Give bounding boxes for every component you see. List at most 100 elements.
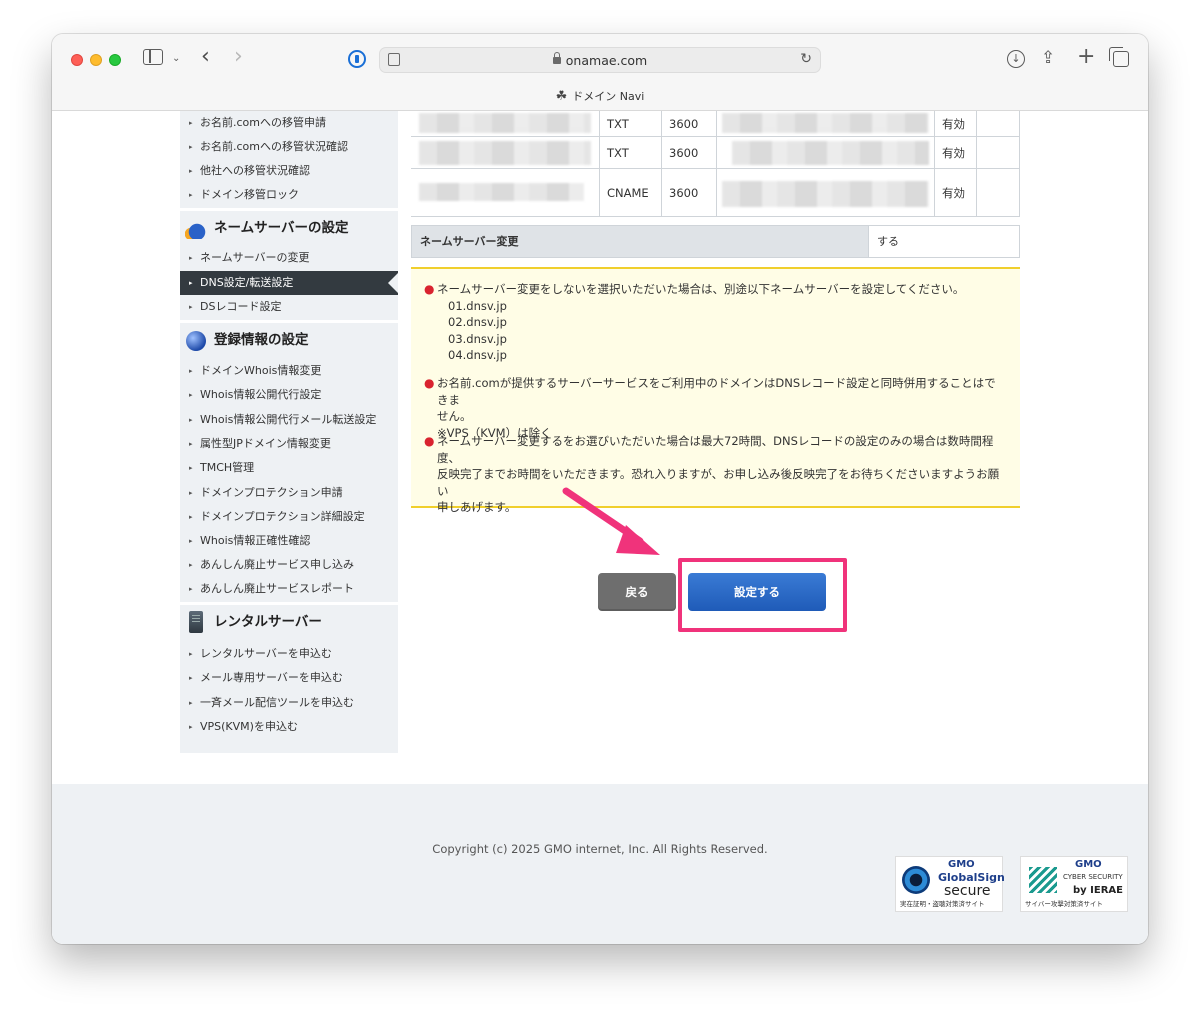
notice-item: ● お名前.comが提供するサーバーサービスをご利用中のドメインはDNSレコード… bbox=[424, 376, 996, 440]
redacted-host bbox=[419, 183, 584, 201]
close-window-button[interactable] bbox=[71, 54, 83, 66]
dns-records-table: TXT 3600 有効 TXT 3600 有効 CNAME 3600 有効 bbox=[411, 111, 1020, 217]
zoom-window-button[interactable] bbox=[109, 54, 121, 66]
password-manager-icon[interactable] bbox=[348, 50, 366, 68]
annotation-highlight-box bbox=[678, 558, 847, 632]
sidebar-item-whois-accuracy[interactable]: Whois情報正確性確認 bbox=[180, 529, 398, 553]
back-arrow-icon[interactable]: ‹ bbox=[201, 46, 210, 68]
nav-heading-registration: 登録情報の設定 bbox=[180, 323, 398, 357]
sidebar-item-whois-mail-forward[interactable]: Whois情報公開代行メール転送設定 bbox=[180, 408, 398, 432]
sidebar-item-domain-protection-detail[interactable]: ドメインプロテクション詳細設定 bbox=[180, 505, 398, 529]
sidebar-item-tmch[interactable]: TMCH管理 bbox=[180, 456, 398, 480]
copyright-text: Copyright (c) 2025 GMO internet, Inc. Al… bbox=[432, 842, 768, 856]
tab-overview-icon[interactable] bbox=[1109, 47, 1129, 67]
table-row: CNAME 3600 有効 bbox=[411, 169, 1020, 217]
cyber-security-logo-icon bbox=[1029, 867, 1057, 893]
address-text: onamae.com bbox=[380, 52, 820, 68]
tab-bar[interactable]: ☘ ドメイン Navi bbox=[52, 86, 1148, 111]
nameserver-change-label: ネームサーバー変更 bbox=[412, 226, 868, 257]
record-ttl-cell: 3600 bbox=[661, 169, 716, 216]
tab-title: ドメイン Navi bbox=[572, 90, 645, 103]
badge-by: by IERAE bbox=[1073, 885, 1123, 896]
nameserver-change-row: ネームサーバー変更 する bbox=[411, 225, 1020, 258]
table-row: TXT 3600 有効 bbox=[411, 111, 1020, 137]
sidebar-toggle-icon[interactable] bbox=[143, 49, 163, 65]
sidebar-item-transfer-apply[interactable]: お名前.comへの移管申請 bbox=[180, 111, 398, 135]
sidebar-item-rental-server[interactable]: レンタルサーバーを申込む bbox=[180, 642, 398, 666]
reload-icon[interactable]: ↻ bbox=[800, 51, 812, 67]
redacted-value bbox=[732, 141, 929, 165]
browser-toolbar: ⌄ ‹ › onamae.com ↻ ↓ ⇪ + bbox=[52, 34, 1148, 86]
lock-icon bbox=[552, 52, 561, 64]
bullet-icon: ● bbox=[424, 376, 435, 390]
nav-heading-rental: レンタルサーバー bbox=[180, 605, 398, 639]
sidebar-item-vps[interactable]: VPS(KVM)を申込む bbox=[180, 715, 398, 739]
sidebar-item-whois-privacy[interactable]: Whois情報公開代行設定 bbox=[180, 383, 398, 407]
sidebar-item-transfer-lock[interactable]: ドメイン移管ロック bbox=[180, 183, 398, 207]
browser-window: ⌄ ‹ › onamae.com ↻ ↓ ⇪ + ☘ ドメイン Navi お名前.… bbox=[52, 34, 1148, 944]
nav-heading-nameserver: ネームサーバーの設定 bbox=[180, 211, 398, 245]
nameserver-address: 04.dnsv.jp bbox=[448, 348, 507, 362]
page-content: お名前.comへの移管申請 お名前.comへの移管状況確認 他社への移管状況確認… bbox=[52, 111, 1148, 944]
record-action-cell bbox=[976, 137, 1020, 168]
notice-item: ● ネームサーバー変更をしないを選択いただいた場合は、別途以下ネームサーバーを設… bbox=[424, 281, 1007, 364]
sidebar-item-whois-change[interactable]: ドメインWhois情報変更 bbox=[180, 359, 398, 383]
sidebar-item-ds-record[interactable]: DSレコード設定 bbox=[180, 295, 398, 319]
nav-heading-text: レンタルサーバー bbox=[214, 614, 322, 630]
badge-brand: GMO bbox=[1075, 859, 1102, 870]
sidebar-item-transfer-status[interactable]: お名前.comへの移管状況確認 bbox=[180, 135, 398, 159]
sidebar-item-dns-settings[interactable]: DNS設定/転送設定 bbox=[180, 271, 398, 295]
record-status-cell: 有効 bbox=[934, 111, 976, 136]
nameserver-globe-icon bbox=[185, 219, 209, 239]
bullet-icon: ● bbox=[424, 282, 435, 296]
record-value-cell bbox=[716, 169, 934, 216]
globalsign-eye-icon bbox=[902, 866, 930, 894]
badge-brand: GMO bbox=[948, 859, 975, 870]
favicon-icon: ☘ bbox=[555, 89, 568, 104]
bullet-icon: ● bbox=[424, 434, 435, 448]
sidebar-item-outbound-transfer-status[interactable]: 他社への移管状況確認 bbox=[180, 159, 398, 183]
badge-caption: 実在証明・盗聴対策済サイト bbox=[900, 900, 985, 908]
annotation-arrow-icon bbox=[562, 487, 660, 555]
nameserver-change-value: する bbox=[868, 226, 1019, 257]
nameserver-address: 01.dnsv.jp bbox=[448, 298, 507, 313]
notice-box: ● ネームサーバー変更をしないを選択いただいた場合は、別途以下ネームサーバーを設… bbox=[411, 267, 1020, 514]
sidebar-item-bulk-mail[interactable]: 一斉メール配信ツールを申込む bbox=[180, 691, 398, 715]
sidebar-item-anshin-apply[interactable]: あんしん廃止サービス申し込み bbox=[180, 553, 398, 577]
record-type-cell: TXT bbox=[599, 111, 661, 136]
record-type-cell: CNAME bbox=[599, 169, 661, 216]
back-button[interactable]: 戻る bbox=[598, 573, 676, 611]
sidebar-item-anshin-report[interactable]: あんしん廃止サービスレポート bbox=[180, 577, 398, 601]
address-bar[interactable]: onamae.com ↻ bbox=[379, 47, 821, 73]
share-icon[interactable]: ⇪ bbox=[1041, 48, 1055, 68]
download-icon[interactable]: ↓ bbox=[1007, 50, 1025, 68]
record-status-cell: 有効 bbox=[934, 137, 976, 168]
forward-arrow-icon[interactable]: › bbox=[234, 46, 243, 68]
badge-word: secure bbox=[944, 883, 991, 899]
record-action-cell bbox=[976, 111, 1020, 136]
record-ttl-cell: 3600 bbox=[661, 137, 716, 168]
minimize-window-button[interactable] bbox=[90, 54, 102, 66]
nav-heading-text: 登録情報の設定 bbox=[214, 332, 309, 348]
cyber-security-badge[interactable]: GMO CYBER SECURITY by IERAE サイバー攻撃対策済サイト bbox=[1020, 856, 1128, 912]
nameserver-address: 03.dnsv.jp bbox=[448, 331, 507, 346]
sidebar-item-mail-server[interactable]: メール専用サーバーを申込む bbox=[180, 666, 398, 690]
badge-name: CYBER SECURITY bbox=[1063, 873, 1123, 881]
sidebar-item-nameserver-change[interactable]: ネームサーバーの変更 bbox=[180, 246, 398, 270]
record-type-cell: TXT bbox=[599, 137, 661, 168]
redacted-host bbox=[419, 113, 591, 133]
table-row: TXT 3600 有効 bbox=[411, 137, 1020, 169]
record-action-cell bbox=[976, 169, 1020, 216]
nav-heading-text: ネームサーバーの設定 bbox=[214, 220, 349, 236]
sidebar-item-jp-domain-info[interactable]: 属性型JPドメイン情報変更 bbox=[180, 432, 398, 456]
sidebar-item-domain-protection[interactable]: ドメインプロテクション申請 bbox=[180, 481, 398, 505]
record-status-cell: 有効 bbox=[934, 169, 976, 216]
globalsign-badge[interactable]: GMO GlobalSign secure 実在証明・盗聴対策済サイト bbox=[895, 856, 1005, 912]
redacted-host bbox=[419, 141, 591, 165]
new-tab-icon[interactable]: + bbox=[1077, 44, 1095, 69]
page-footer: Copyright (c) 2025 GMO internet, Inc. Al… bbox=[52, 784, 1148, 944]
record-ttl-cell: 3600 bbox=[661, 111, 716, 136]
redacted-value bbox=[722, 181, 929, 207]
side-navigation: お名前.comへの移管申請 お名前.comへの移管状況確認 他社への移管状況確認… bbox=[180, 111, 398, 753]
chevron-down-icon[interactable]: ⌄ bbox=[172, 49, 180, 69]
